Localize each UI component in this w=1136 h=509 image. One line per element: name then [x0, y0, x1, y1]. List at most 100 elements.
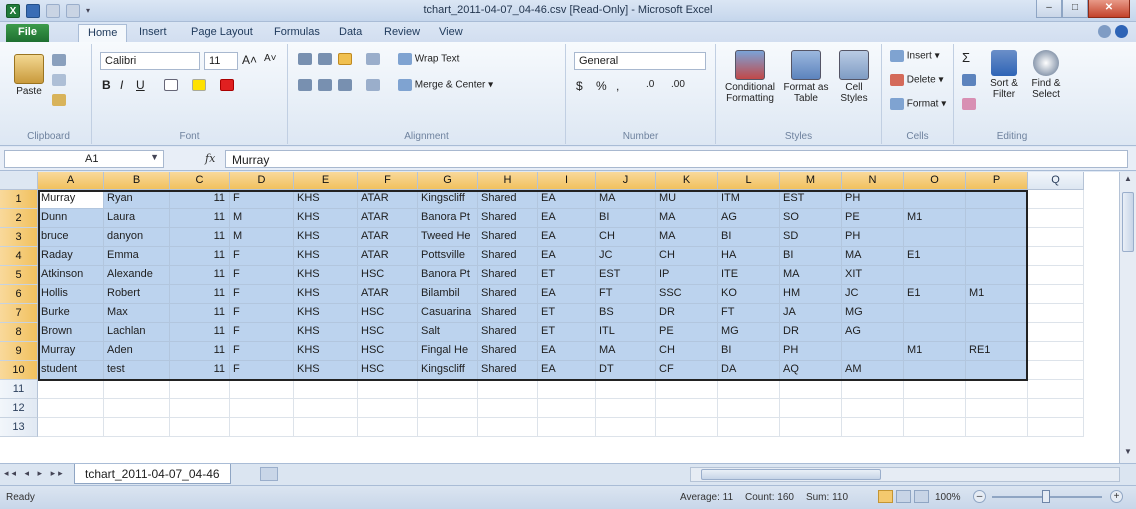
cell-l4[interactable]: HA: [718, 247, 780, 266]
format-as-table-button[interactable]: Format as Table: [782, 50, 830, 104]
cell-a6[interactable]: Hollis: [38, 285, 104, 304]
cell-q11[interactable]: [1028, 380, 1084, 399]
cell-d4[interactable]: F: [230, 247, 294, 266]
cell-p2[interactable]: [966, 209, 1028, 228]
sheet-tab[interactable]: tchart_2011-04-07_04-46: [74, 464, 231, 484]
cell-c9[interactable]: 11: [170, 342, 230, 361]
cell-l12[interactable]: [718, 399, 780, 418]
cell-c12[interactable]: [170, 399, 230, 418]
cell-f1[interactable]: ATAR: [358, 190, 418, 209]
cell-j3[interactable]: CH: [596, 228, 656, 247]
increase-decimal-button[interactable]: .0: [646, 79, 654, 90]
cell-i5[interactable]: ET: [538, 266, 596, 285]
cell-h9[interactable]: Shared: [478, 342, 538, 361]
delete-button[interactable]: Delete ▾: [890, 74, 944, 86]
cell-p6[interactable]: M1: [966, 285, 1028, 304]
cell-l3[interactable]: BI: [718, 228, 780, 247]
cell-c11[interactable]: [170, 380, 230, 399]
cell-c6[interactable]: 11: [170, 285, 230, 304]
cell-l8[interactable]: MG: [718, 323, 780, 342]
cell-n5[interactable]: XIT: [842, 266, 904, 285]
cell-d7[interactable]: F: [230, 304, 294, 323]
cell-k13[interactable]: [656, 418, 718, 437]
cell-h2[interactable]: Shared: [478, 209, 538, 228]
cell-m5[interactable]: MA: [780, 266, 842, 285]
cell-j7[interactable]: BS: [596, 304, 656, 323]
cell-o7[interactable]: [904, 304, 966, 323]
cell-p10[interactable]: [966, 361, 1028, 380]
cell-h8[interactable]: Shared: [478, 323, 538, 342]
cell-g2[interactable]: Banora Pt: [418, 209, 478, 228]
cell-o4[interactable]: E1: [904, 247, 966, 266]
cell-q13[interactable]: [1028, 418, 1084, 437]
bold-button[interactable]: B: [102, 78, 111, 92]
cell-f6[interactable]: ATAR: [358, 285, 418, 304]
cell-l7[interactable]: FT: [718, 304, 780, 323]
help-icon[interactable]: [1115, 25, 1128, 38]
cell-f8[interactable]: HSC: [358, 323, 418, 342]
cell-b1[interactable]: Ryan: [104, 190, 170, 209]
cell-e8[interactable]: KHS: [294, 323, 358, 342]
percent-button[interactable]: %: [596, 79, 607, 93]
cell-q4[interactable]: [1028, 247, 1084, 266]
cell-k12[interactable]: [656, 399, 718, 418]
cell-m4[interactable]: BI: [780, 247, 842, 266]
cell-o3[interactable]: [904, 228, 966, 247]
column-header-a[interactable]: A: [38, 172, 104, 190]
normal-view-icon[interactable]: [878, 490, 893, 503]
cell-f3[interactable]: ATAR: [358, 228, 418, 247]
tab-data[interactable]: Data: [330, 24, 371, 42]
tab-formulas[interactable]: Formulas: [265, 24, 329, 42]
cell-o12[interactable]: [904, 399, 966, 418]
cell-k1[interactable]: MU: [656, 190, 718, 209]
cell-i4[interactable]: EA: [538, 247, 596, 266]
cell-i9[interactable]: EA: [538, 342, 596, 361]
number-format-select[interactable]: General: [574, 52, 706, 70]
cell-n4[interactable]: MA: [842, 247, 904, 266]
horizontal-scroll-thumb[interactable]: [701, 469, 881, 480]
cell-n2[interactable]: PE: [842, 209, 904, 228]
cell-n3[interactable]: PH: [842, 228, 904, 247]
cell-h5[interactable]: Shared: [478, 266, 538, 285]
cell-m10[interactable]: AQ: [780, 361, 842, 380]
cell-styles-button[interactable]: Cell Styles: [832, 50, 876, 104]
name-box-dropdown-icon[interactable]: ▼: [150, 152, 159, 162]
row-header-13[interactable]: 13: [0, 418, 38, 437]
cell-i3[interactable]: EA: [538, 228, 596, 247]
cell-j13[interactable]: [596, 418, 656, 437]
cell-e2[interactable]: KHS: [294, 209, 358, 228]
cell-d13[interactable]: [230, 418, 294, 437]
column-header-i[interactable]: I: [538, 172, 596, 190]
cell-e7[interactable]: KHS: [294, 304, 358, 323]
cell-c4[interactable]: 11: [170, 247, 230, 266]
cell-c8[interactable]: 11: [170, 323, 230, 342]
shrink-font-button[interactable]: A˅: [264, 53, 277, 64]
cell-h4[interactable]: Shared: [478, 247, 538, 266]
select-all-button[interactable]: [0, 172, 38, 190]
cell-k7[interactable]: DR: [656, 304, 718, 323]
cell-e4[interactable]: KHS: [294, 247, 358, 266]
cell-h7[interactable]: Shared: [478, 304, 538, 323]
decrease-decimal-button[interactable]: .00: [671, 79, 685, 90]
column-header-o[interactable]: O: [904, 172, 966, 190]
cell-q5[interactable]: [1028, 266, 1084, 285]
cell-a13[interactable]: [38, 418, 104, 437]
insert-sheet-icon[interactable]: [260, 467, 278, 481]
cell-o2[interactable]: M1: [904, 209, 966, 228]
cell-l6[interactable]: KO: [718, 285, 780, 304]
column-header-h[interactable]: H: [478, 172, 538, 190]
cell-o5[interactable]: [904, 266, 966, 285]
align-middle-icon[interactable]: [318, 53, 332, 65]
close-button[interactable]: ✕: [1088, 0, 1130, 18]
cut-icon[interactable]: [52, 54, 66, 66]
cell-q3[interactable]: [1028, 228, 1084, 247]
row-header-7[interactable]: 7: [0, 304, 38, 323]
cell-i13[interactable]: [538, 418, 596, 437]
cell-d8[interactable]: F: [230, 323, 294, 342]
cell-d1[interactable]: F: [230, 190, 294, 209]
zoom-out-button[interactable]: –: [973, 490, 986, 503]
column-header-b[interactable]: B: [104, 172, 170, 190]
cell-c5[interactable]: 11: [170, 266, 230, 285]
cell-g12[interactable]: [418, 399, 478, 418]
row-header-5[interactable]: 5: [0, 266, 38, 285]
